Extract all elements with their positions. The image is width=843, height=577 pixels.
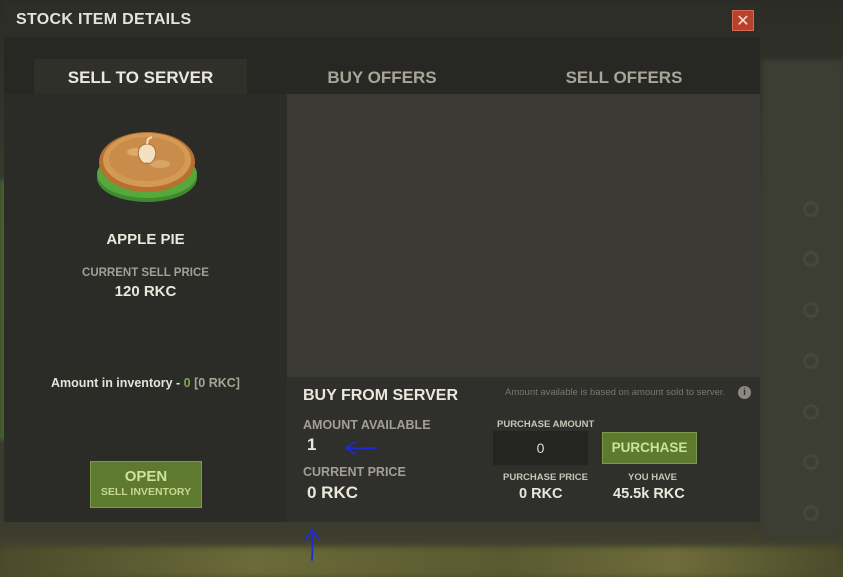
tab-sell-offers[interactable]: SELL OFFERS xyxy=(524,59,724,97)
purchase-button[interactable]: PURCHASE xyxy=(602,432,697,464)
purchase-price-value: 0 RKC xyxy=(519,486,563,502)
current-sell-price: 120 RKC xyxy=(114,283,177,300)
current-price-label: CURRENT PRICE xyxy=(303,465,406,479)
close-button[interactable]: ✕ xyxy=(732,10,754,31)
background-dot xyxy=(804,303,818,317)
item-name: APPLE PIE xyxy=(106,231,185,248)
availability-note: Amount available is based on amount sold… xyxy=(505,387,726,398)
tab-buy-offers[interactable]: BUY OFFERS xyxy=(287,59,477,97)
current-price-value: 0 RKC xyxy=(307,483,359,502)
buy-from-server-heading: BUY FROM SERVER xyxy=(303,387,458,404)
open-button-sublabel: SELL INVENTORY xyxy=(100,486,192,498)
you-have-label: YOU HAVE xyxy=(628,472,677,483)
tab-sell-to-server[interactable]: SELL TO SERVER xyxy=(34,59,247,97)
annotation-arrow-up-icon xyxy=(304,528,320,561)
inventory-label: Amount in inventory - xyxy=(51,376,184,390)
inventory-count: 0 xyxy=(183,376,191,390)
amount-available-label: AMOUNT AVAILABLE xyxy=(303,418,431,432)
tab-label: BUY OFFERS xyxy=(327,68,437,87)
you-have-value: 45.5k RKC xyxy=(613,486,685,502)
info-icon[interactable]: i xyxy=(738,386,751,399)
inventory-value: [0 RKC] xyxy=(194,376,240,390)
inventory-amount: Amount in inventory - 0 [0 RKC] xyxy=(4,376,287,390)
background-dot xyxy=(804,506,818,520)
background-dot xyxy=(804,202,818,216)
amount-available-value: 1 xyxy=(307,435,317,454)
background-stripe xyxy=(0,547,843,577)
open-sell-inventory-button[interactable]: OPEN SELL INVENTORY xyxy=(90,461,202,508)
background-dot xyxy=(804,252,818,266)
purchase-amount-label: PURCHASE AMOUNT xyxy=(497,419,595,430)
offers-list-area xyxy=(287,94,760,377)
tab-label: SELL OFFERS xyxy=(565,68,683,87)
title-bar: STOCK ITEM DETAILS ✕ xyxy=(4,3,760,37)
dialog-title: STOCK ITEM DETAILS xyxy=(16,11,192,28)
background-dot xyxy=(804,354,818,368)
sell-to-server-panel: APPLE PIE CURRENT SELL PRICE 120 RKC Amo… xyxy=(4,94,287,522)
background-column xyxy=(762,60,843,540)
tab-label: SELL TO SERVER xyxy=(67,68,214,87)
purchase-price-label: PURCHASE PRICE xyxy=(503,472,588,483)
annotation-arrow-left-icon xyxy=(344,441,377,455)
current-sell-price-label: CURRENT SELL PRICE xyxy=(82,267,209,279)
purchase-amount-input[interactable] xyxy=(493,431,588,465)
close-icon: ✕ xyxy=(736,11,750,30)
background-dot xyxy=(804,455,818,469)
background-dot xyxy=(804,405,818,419)
apple-pie-icon xyxy=(97,132,197,202)
open-button-label: OPEN xyxy=(124,468,168,485)
